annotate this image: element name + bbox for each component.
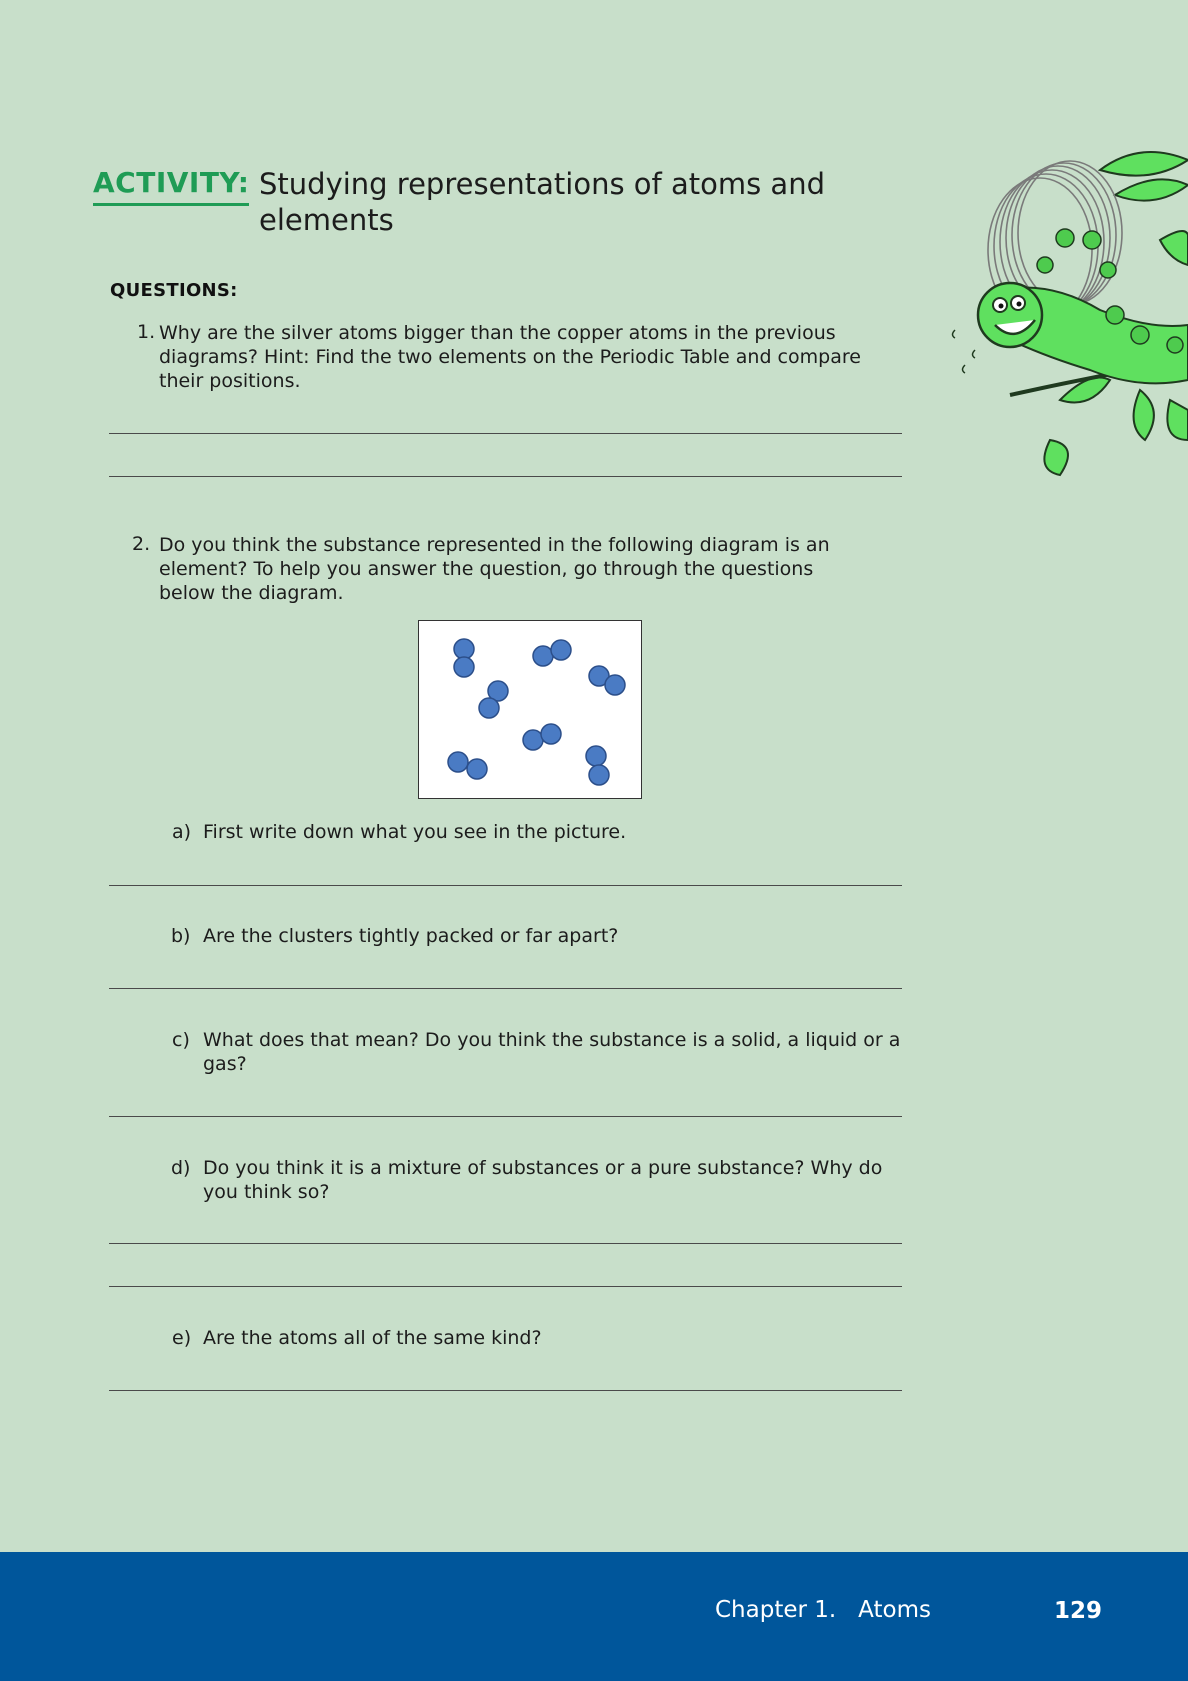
sub-question-e-text: Are the atoms all of the same kind?	[203, 1327, 542, 1349]
question-2-text: Do you think the substance represented i…	[159, 534, 830, 604]
sub-question-b-letter: b)	[171, 925, 191, 947]
question-2-number: 2.	[132, 533, 151, 555]
sub-question-a-text: First write down what you see in the pic…	[203, 821, 627, 843]
footer-bar	[0, 1552, 1188, 1681]
question-1-text: Why are the silver atoms bigger than the…	[159, 322, 861, 392]
answer-line[interactable]	[109, 988, 902, 989]
answer-line[interactable]	[109, 1116, 902, 1117]
questions-heading: QUESTIONS:	[110, 280, 238, 301]
sub-question-a-letter: a)	[172, 821, 192, 843]
footer-chapter: Chapter 1. Atoms	[715, 1597, 931, 1623]
answer-line[interactable]	[109, 476, 902, 477]
activity-label: ACTIVITY:	[93, 166, 250, 206]
sub-question-d-letter: d)	[171, 1157, 191, 1179]
sub-question-c-letter: c)	[172, 1029, 190, 1051]
answer-line[interactable]	[109, 433, 902, 434]
answer-line[interactable]	[109, 1243, 902, 1244]
sub-question-d-text: Do you think it is a mixture of substanc…	[203, 1157, 883, 1203]
sub-question-e-letter: e)	[172, 1327, 192, 1349]
activity-title: Studying representations of atoms and el…	[259, 167, 825, 237]
answer-line[interactable]	[109, 885, 902, 886]
answer-line[interactable]	[109, 1286, 902, 1287]
molecule-diagram	[418, 620, 642, 799]
answer-line[interactable]	[109, 1390, 902, 1391]
sub-question-c-text: What does that mean? Do you think the su…	[203, 1029, 901, 1075]
caterpillar-on-leaves-icon	[951, 151, 1188, 477]
page-number: 129	[1054, 1598, 1103, 1624]
diatomic-molecules-icon	[447, 638, 626, 786]
sub-question-b-text: Are the clusters tightly packed or far a…	[203, 925, 619, 947]
question-1-number: 1.	[137, 321, 156, 343]
